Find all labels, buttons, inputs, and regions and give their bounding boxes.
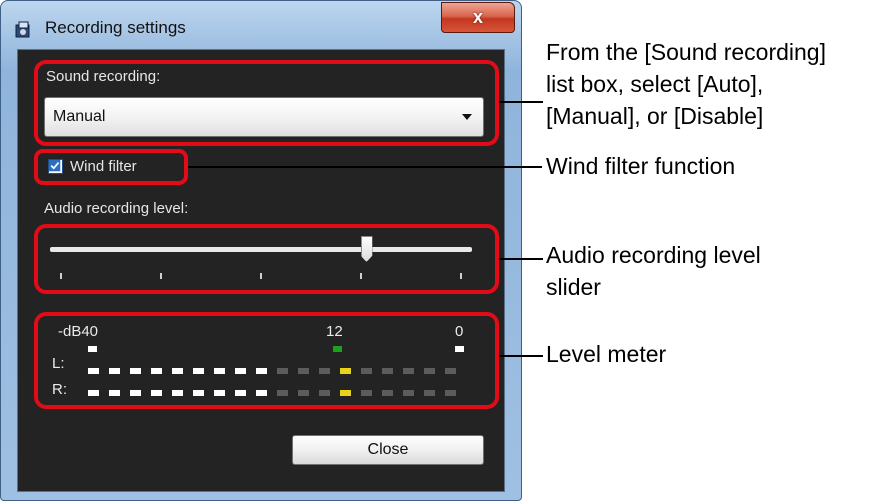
app-icon	[15, 21, 30, 38]
meter-channel-left-label: L:	[52, 355, 65, 372]
meter-segment-right	[214, 390, 225, 396]
meter-segment-right	[319, 390, 330, 396]
checkmark-icon	[49, 160, 61, 172]
meter-segment-left	[403, 368, 414, 374]
callout-line-wind	[188, 166, 542, 168]
callout-level-meter: Level meter	[546, 341, 667, 367]
meter-segment-left	[277, 368, 288, 374]
audio-level-label: Audio recording level:	[44, 200, 189, 217]
meter-segment-left	[88, 368, 99, 374]
meter-segment-left	[256, 368, 267, 374]
audio-level-track[interactable]	[50, 247, 472, 252]
slider-tick	[160, 273, 162, 279]
callout-sound-line-1: From the [Sound recording]	[546, 39, 826, 65]
meter-peak-mid	[333, 346, 342, 352]
wind-filter-checkbox[interactable]	[48, 159, 63, 174]
sound-recording-select[interactable]: Manual	[44, 97, 484, 137]
meter-segment-right	[277, 390, 288, 396]
callout-wind-filter: Wind filter function	[546, 153, 736, 179]
meter-segment-right	[172, 390, 183, 396]
slider-tick	[460, 273, 462, 279]
meter-scale-mid: 12	[326, 323, 343, 340]
callout-sound-line-3: [Manual], or [Disable]	[546, 103, 764, 129]
audio-level-highlight	[34, 224, 499, 294]
meter-segment-right	[424, 390, 435, 396]
meter-segment-left	[340, 368, 351, 374]
meter-segment-left	[130, 368, 141, 374]
meter-segment-right	[298, 390, 309, 396]
meter-scale-max: 0	[455, 323, 464, 340]
window-close-button[interactable]: x	[441, 2, 515, 33]
meter-segment-left	[235, 368, 246, 374]
meter-scale-min: -dB40	[58, 323, 99, 340]
meter-segment-left	[151, 368, 162, 374]
sound-recording-label: Sound recording:	[46, 68, 161, 85]
slider-tick	[360, 273, 362, 279]
meter-segment-right	[193, 390, 204, 396]
meter-segment-left	[445, 368, 456, 374]
meter-segment-right	[109, 390, 120, 396]
meter-segment-left	[298, 368, 309, 374]
callout-slider-line-1: Audio recording level	[546, 242, 761, 268]
meter-segment-right	[235, 390, 246, 396]
sound-recording-value: Manual	[53, 108, 106, 125]
meter-channel-right-label: R:	[52, 381, 67, 398]
meter-segment-right	[256, 390, 267, 396]
close-button[interactable]: Close	[292, 435, 484, 465]
callout-sound-line-2: list box, select [Auto],	[546, 71, 764, 97]
callout-line-slider	[499, 258, 543, 260]
meter-segment-right	[340, 390, 351, 396]
meter-peak-min	[88, 346, 97, 352]
chevron-down-icon	[462, 114, 472, 120]
callout-slider-line-2: slider	[546, 274, 601, 300]
callout-sound-recording: From the [Sound recording] list box, sel…	[546, 36, 826, 132]
meter-segment-left	[109, 368, 120, 374]
slider-tick	[260, 273, 262, 279]
meter-peak-max	[455, 346, 464, 352]
slider-tick	[60, 273, 62, 279]
meter-segment-left	[382, 368, 393, 374]
meter-segment-right	[88, 390, 99, 396]
meter-segment-right	[130, 390, 141, 396]
meter-segment-right	[361, 390, 372, 396]
callout-line-meter	[499, 355, 543, 357]
meter-segment-left	[214, 368, 225, 374]
window-title: Recording settings	[45, 18, 186, 37]
meter-segment-right	[151, 390, 162, 396]
meter-segment-right	[403, 390, 414, 396]
title-bar[interactable]: Recording settings x	[1, 1, 521, 51]
meter-segment-left	[361, 368, 372, 374]
meter-segment-right	[382, 390, 393, 396]
callout-line-sound	[499, 101, 543, 103]
wind-filter-label: Wind filter	[70, 158, 137, 175]
meter-segment-left	[319, 368, 330, 374]
callout-slider: Audio recording level slider	[546, 239, 761, 303]
meter-segment-left	[193, 368, 204, 374]
meter-segment-left	[172, 368, 183, 374]
meter-segment-left	[424, 368, 435, 374]
meter-segment-right	[445, 390, 456, 396]
